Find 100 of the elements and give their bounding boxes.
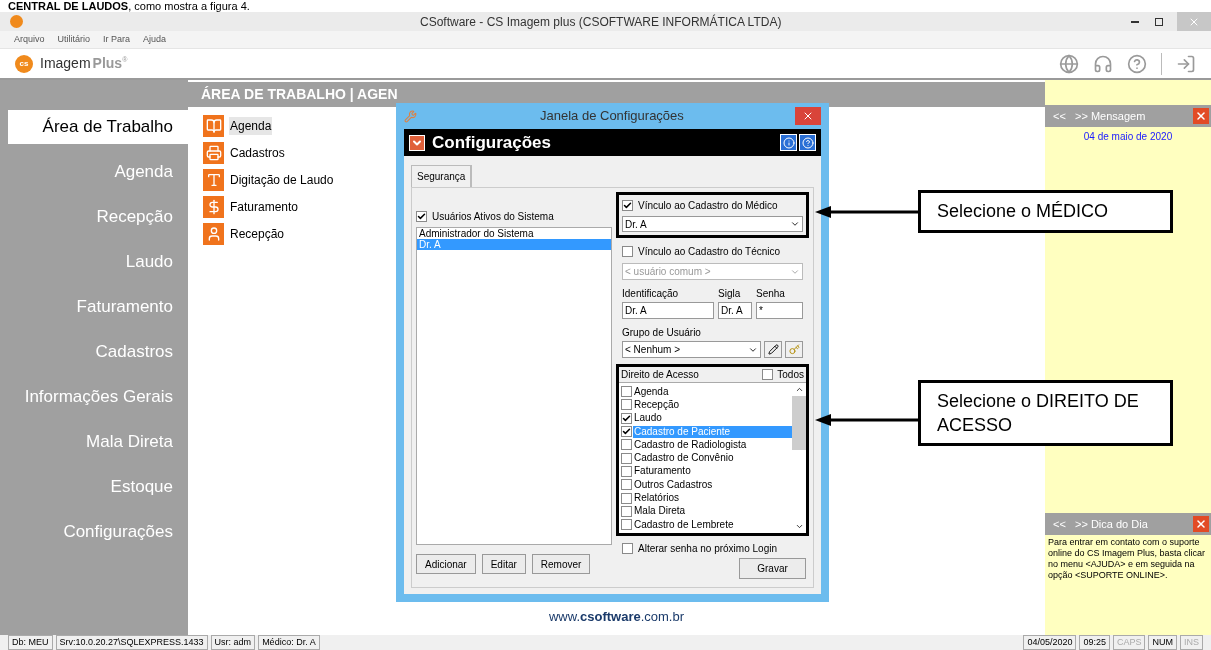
checkbox[interactable] — [622, 200, 633, 211]
minimize-icon[interactable] — [1131, 20, 1139, 23]
list-item[interactable]: Mala Direta — [633, 505, 792, 518]
input-field[interactable]: Dr. A — [718, 302, 752, 319]
checkbox[interactable] — [621, 412, 632, 424]
input-field[interactable]: * — [756, 302, 803, 319]
shortcut-button[interactable] — [203, 223, 224, 245]
checkbox-label: Todos — [777, 368, 804, 382]
shortcut-link[interactable]: Recepção — [229, 225, 286, 243]
wrench-icon — [404, 109, 417, 123]
help-icon[interactable] — [1127, 53, 1147, 74]
close-button[interactable] — [1193, 516, 1209, 532]
list-item[interactable]: Cadastro de Radiologista — [633, 438, 792, 451]
list-item[interactable]: Faturamento — [633, 465, 792, 478]
status-cell: Srv:10.0.20.27\SQLEXPRESS.1433 — [55, 634, 208, 650]
checkbox[interactable] — [621, 426, 632, 438]
globe-icon[interactable] — [1059, 53, 1079, 74]
exit-icon[interactable] — [1176, 53, 1196, 74]
info-button[interactable] — [780, 134, 797, 151]
list-item[interactable]: Administrador do Sistema — [417, 228, 611, 239]
checkbox[interactable] — [621, 399, 632, 411]
logo-name: Imagem — [40, 54, 91, 73]
restore-icon[interactable] — [1155, 17, 1163, 26]
logo-badge: cs — [15, 54, 33, 73]
checkbox[interactable] — [621, 519, 632, 531]
save-button[interactable]: Gravar — [739, 558, 806, 579]
date-text: 04 de maio de 2020 — [1082, 130, 1174, 144]
menu-item[interactable]: Arquivo — [14, 32, 45, 47]
list-item[interactable]: Agenda — [633, 385, 792, 398]
doctor-dropdown[interactable]: Dr. A — [622, 216, 803, 232]
checkbox[interactable] — [621, 439, 632, 451]
dialog-button[interactable]: Editar — [481, 554, 526, 574]
shortcut-link[interactable]: Cadastros — [229, 144, 286, 162]
checkbox-label: Alterar senha no próximo Login — [638, 542, 777, 556]
checkbox[interactable] — [621, 465, 632, 477]
website-text: www.csoftware.com.br — [547, 608, 686, 626]
callout-text: Selecione o MÉDICO — [918, 190, 1173, 233]
status-cell: 04/05/2020 — [1023, 634, 1077, 650]
checkbox[interactable] — [621, 452, 632, 464]
edit-button[interactable] — [764, 341, 782, 358]
list-item[interactable]: Recepção — [633, 398, 792, 411]
pencil-icon — [767, 344, 779, 355]
sidebar-item[interactable]: Área de Trabalho — [8, 110, 188, 144]
tab[interactable]: Segurança — [411, 165, 473, 187]
scroll-up-icon[interactable] — [794, 385, 804, 394]
support-agent-icon[interactable] — [1093, 53, 1113, 74]
scroll-down-icon[interactable] — [794, 522, 804, 531]
checkbox[interactable] — [622, 246, 633, 257]
menu-item[interactable]: Ajuda — [143, 32, 167, 47]
dialog-button[interactable]: Adicionar — [416, 554, 476, 574]
breadcrumb-bar: ÁREA DE TRABALHO | AGEN — [188, 82, 1045, 107]
checkbox-label: Vínculo ao Cadastro do Médico — [638, 199, 778, 213]
callout-text: Selecione o DIREITO DE ACESSO — [918, 380, 1173, 446]
group-dropdown[interactable]: < Nenhum > — [622, 341, 761, 358]
checkbox[interactable] — [621, 479, 632, 491]
status-cell: CAPS — [1112, 634, 1146, 650]
field-label: Direito de Acesso — [621, 368, 700, 382]
menu-item[interactable]: Utilitário — [57, 32, 91, 47]
shortcut-link[interactable]: Faturamento — [229, 198, 300, 216]
list-item[interactable]: Cadastro de Lembrete — [633, 518, 792, 531]
shortcut-button[interactable] — [203, 142, 224, 164]
app-icon — [10, 15, 23, 28]
list-item[interactable]: Relatórios — [633, 492, 792, 504]
list-item[interactable]: Laudo — [633, 412, 792, 425]
shortcut-button[interactable] — [203, 115, 224, 137]
shortcut-button[interactable] — [203, 196, 224, 218]
close-button[interactable] — [1193, 108, 1209, 124]
dialog-button[interactable]: Remover — [531, 554, 591, 574]
book-icon — [205, 118, 222, 134]
dialog-title: Janela de Configurações — [540, 107, 684, 126]
checkbox[interactable] — [621, 505, 632, 517]
checkbox[interactable] — [621, 386, 632, 398]
shortcut-button[interactable] — [203, 169, 224, 191]
input-field[interactable]: Dr. A — [622, 302, 714, 319]
checkbox[interactable] — [416, 211, 427, 222]
help-button[interactable] — [799, 134, 816, 151]
list-item[interactable]: Cadastro de Convênio — [633, 452, 792, 465]
checkbox-label: Vínculo ao Cadastro do Técnico — [638, 245, 781, 259]
status-cell: INS — [1180, 634, 1203, 650]
dialog-header-title: Configurações — [432, 131, 552, 154]
shortcut-link[interactable]: Agenda — [229, 117, 273, 135]
status-cell: NUM — [1148, 634, 1177, 650]
checkbox-label: Usuários Ativos do Sistema — [432, 210, 554, 224]
close-icon — [1195, 110, 1207, 122]
checkbox[interactable] — [621, 492, 632, 504]
logo-suffix: Plus — [92, 54, 123, 73]
status-cell: Usr: adm — [210, 634, 256, 650]
field-label: Grupo de Usuário — [622, 326, 702, 340]
checkbox[interactable] — [622, 543, 633, 554]
close-button[interactable] — [795, 107, 821, 125]
list-item[interactable]: Outros Cadastros — [633, 478, 792, 491]
menu-item[interactable]: Ir Para — [103, 32, 131, 47]
status-cell: Db: MEU — [8, 634, 53, 650]
field-label: Sigla — [718, 287, 742, 301]
checkbox[interactable] — [762, 369, 774, 380]
key-icon — [788, 344, 800, 355]
status-cell: Médico: Dr. A — [258, 634, 320, 650]
tip-text: Para entrar em contato com o suporte online do CS Imagem Plus, basta clicar no menu <AJUDA> e em seguida na opção <SUPORTE ONLINE>. — [1047, 536, 1207, 582]
close-icon — [1195, 518, 1207, 530]
shortcut-link[interactable]: Digitação de Laudo — [229, 171, 335, 189]
